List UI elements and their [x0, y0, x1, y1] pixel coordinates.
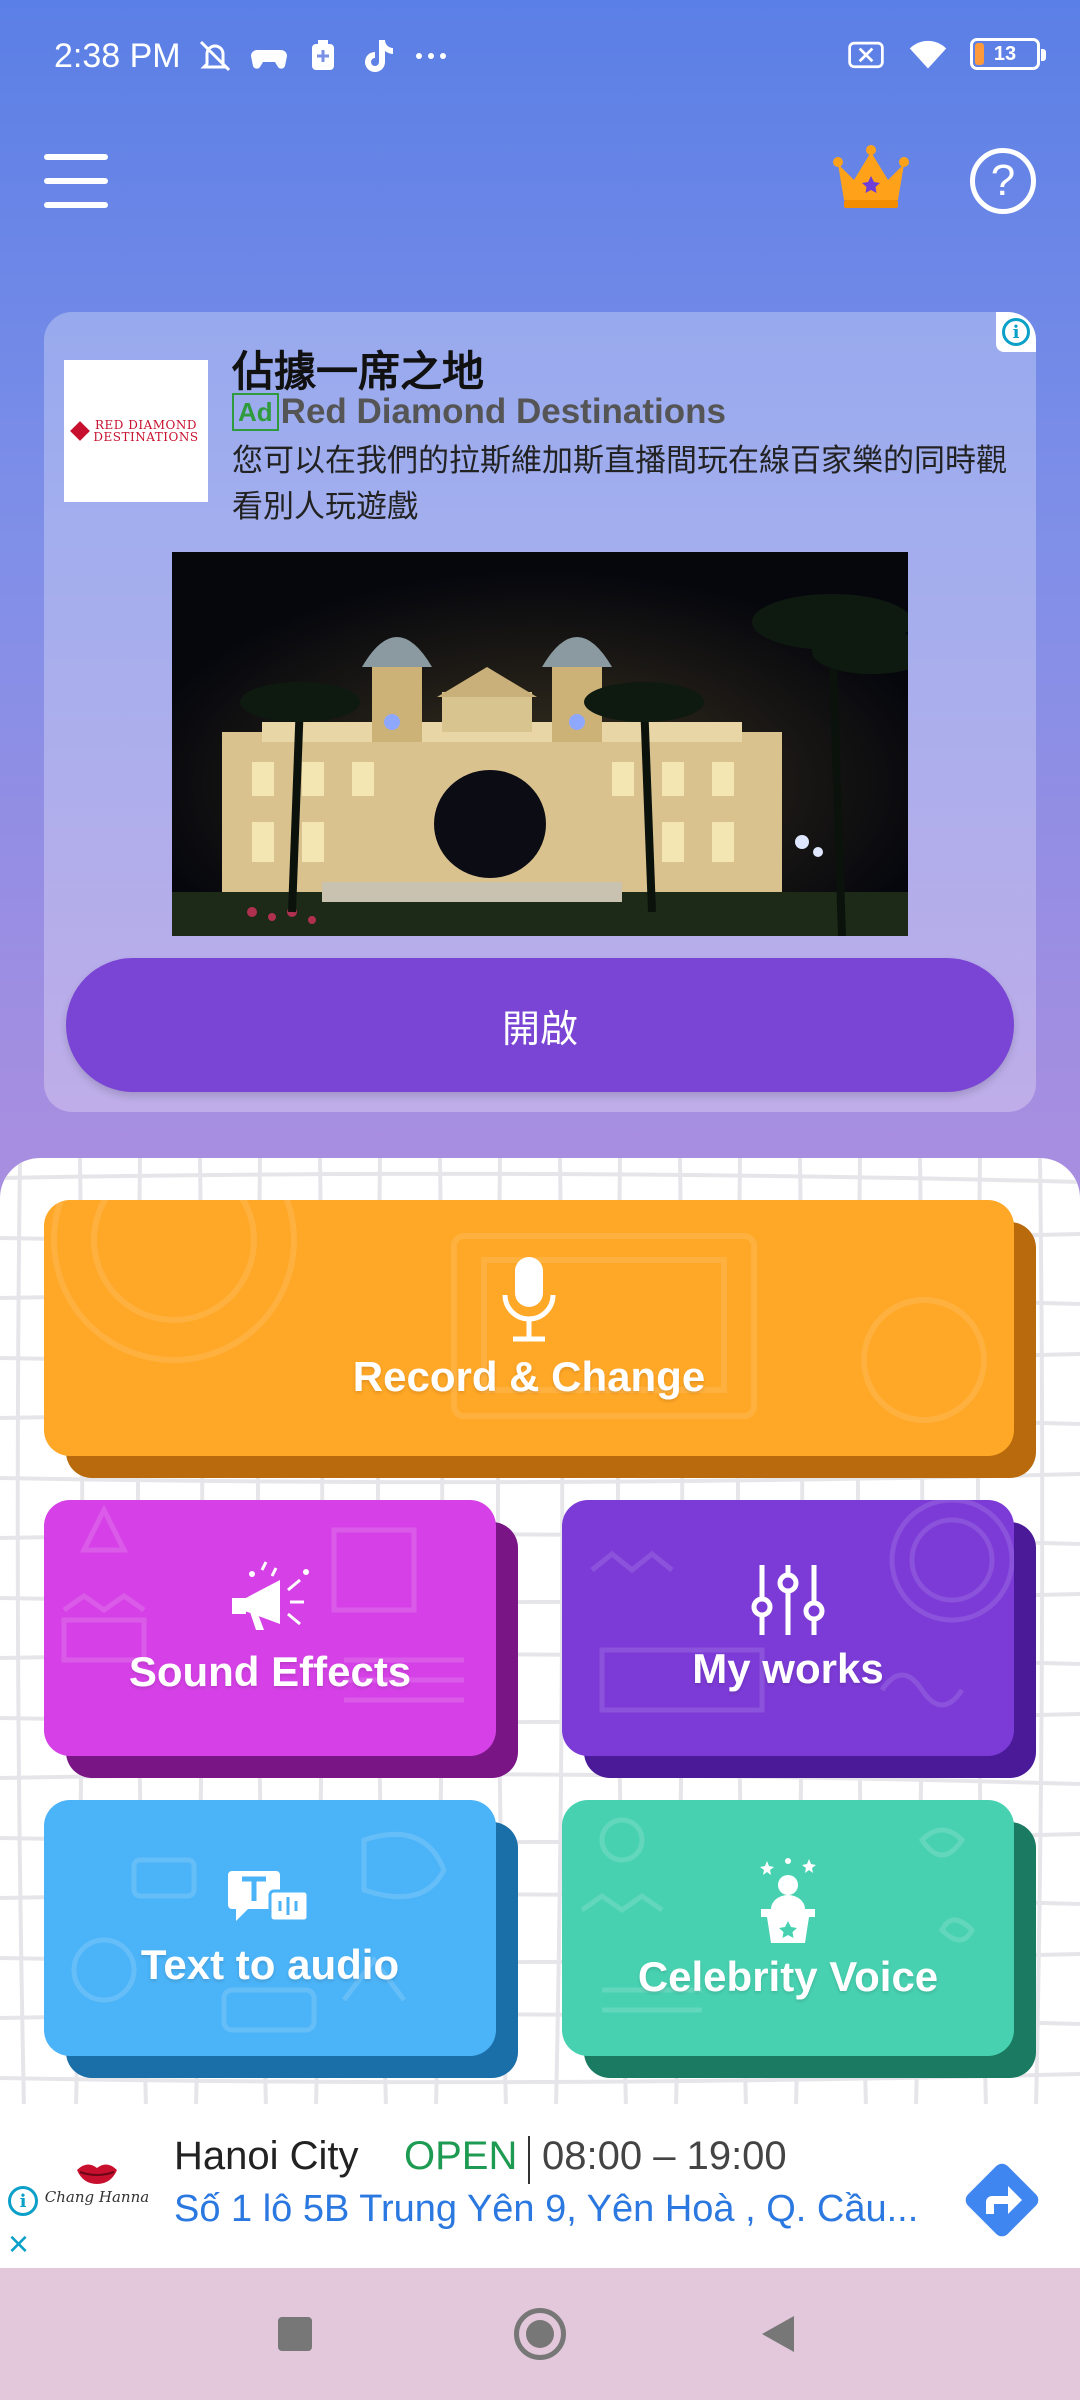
record-change-label: Record & Change: [352, 1353, 706, 1400]
game-controller-icon: [249, 36, 289, 76]
banner-logo[interactable]: Chang Hanna: [44, 2154, 150, 2216]
celebrity-voice-button[interactable]: Celebrity Voice: [562, 1800, 1036, 2078]
banner-ad[interactable]: i × Chang Hanna Hanoi City OPEN 08:00 – …: [0, 2104, 1080, 2268]
banner-hours: 08:00 – 19:00: [542, 2134, 787, 2178]
text-to-speech-icon: [228, 1871, 310, 1923]
wifi-icon: [908, 34, 948, 74]
back-icon[interactable]: [762, 2316, 794, 2352]
my-works-button[interactable]: My works: [562, 1500, 1036, 1778]
celebrity-icon: [760, 1858, 816, 1943]
banner-open-status: OPEN: [404, 2134, 518, 2178]
sound-effects-face: Sound Effects: [44, 1500, 496, 1756]
banner-address[interactable]: Số 1 lô 5B Trung Yên 9, Yên Hoà , Q. Cầu…: [174, 2188, 918, 2231]
ad-choices-icon[interactable]: i: [996, 312, 1036, 352]
text-to-audio-label: Text to audio: [140, 1941, 400, 1988]
feature-panel: Record & Change Sound Effects My works T…: [0, 1158, 1080, 2108]
sound-effects-button[interactable]: Sound Effects: [44, 1500, 518, 1778]
ad-headline[interactable]: 佔據一席之地: [232, 338, 484, 399]
ad-badge: Ad: [232, 393, 279, 431]
celebrity-voice-face: Celebrity Voice: [562, 1800, 1014, 2056]
help-icon: ?: [990, 156, 1016, 205]
banner-business-name[interactable]: Hanoi City: [174, 2134, 359, 2179]
record-change-button[interactable]: Record & Change: [44, 1200, 1036, 1478]
ad-logo[interactable]: RED DIAMOND DESTINATIONS: [64, 360, 208, 502]
microphone-icon: [502, 1257, 556, 1342]
system-nav-bar: [0, 2268, 1080, 2400]
my-works-label: My works: [692, 1645, 884, 1692]
sound-effects-label: Sound Effects: [128, 1648, 412, 1695]
equalizer-icon: [751, 1565, 825, 1635]
help-button[interactable]: ?: [970, 148, 1036, 214]
menu-icon[interactable]: [42, 150, 112, 212]
banner-logo-text: Chang Hanna: [44, 2188, 150, 2206]
megaphone-icon: [232, 1561, 309, 1630]
battery-saver-icon: [303, 36, 343, 76]
ad-body: 您可以在我們的拉斯維加斯直播間玩在線百家樂的同時觀看別人玩遊戲: [232, 443, 1007, 524]
mute-icon: [195, 36, 235, 76]
recents-icon[interactable]: [278, 2317, 312, 2351]
battery-level: 13: [993, 42, 1017, 65]
ad-open-button[interactable]: 開啟: [66, 958, 1014, 1092]
home-icon[interactable]: [514, 2308, 566, 2360]
text-to-audio-button[interactable]: Text to audio: [44, 1800, 518, 2078]
status-time: 2:38 PM: [54, 36, 181, 75]
crown-icon[interactable]: [832, 142, 910, 214]
ad-logo-text-2: DESTINATIONS: [93, 430, 199, 444]
ad-advertiser[interactable]: Red Diamond Destinations: [281, 392, 726, 432]
text-to-audio-face: Text to audio: [44, 1800, 496, 2056]
ad-image[interactable]: [172, 552, 908, 936]
celebrity-voice-label: Celebrity Voice: [637, 1953, 939, 2000]
banner-divider: [528, 2136, 530, 2184]
lips-logo-icon: [77, 2164, 117, 2184]
tiktok-icon: [357, 36, 397, 76]
my-works-face: My works: [562, 1500, 1014, 1756]
native-ad-card[interactable]: i RED DIAMOND DESTINATIONS 佔據一席之地 Ad Red…: [44, 312, 1036, 1112]
more-icon: [411, 36, 451, 76]
battery-icon: 13: [970, 38, 1046, 70]
sim-off-icon: [846, 34, 886, 74]
diamond-logo-icon: [70, 421, 91, 441]
directions-icon[interactable]: [956, 2154, 1048, 2246]
ad-info-icon[interactable]: i: [8, 2186, 38, 2216]
record-change-face: Record & Change: [44, 1200, 1014, 1456]
status-bar: 2:38 PM 13: [0, 0, 1080, 120]
ad-close-icon[interactable]: ×: [8, 2226, 29, 2262]
